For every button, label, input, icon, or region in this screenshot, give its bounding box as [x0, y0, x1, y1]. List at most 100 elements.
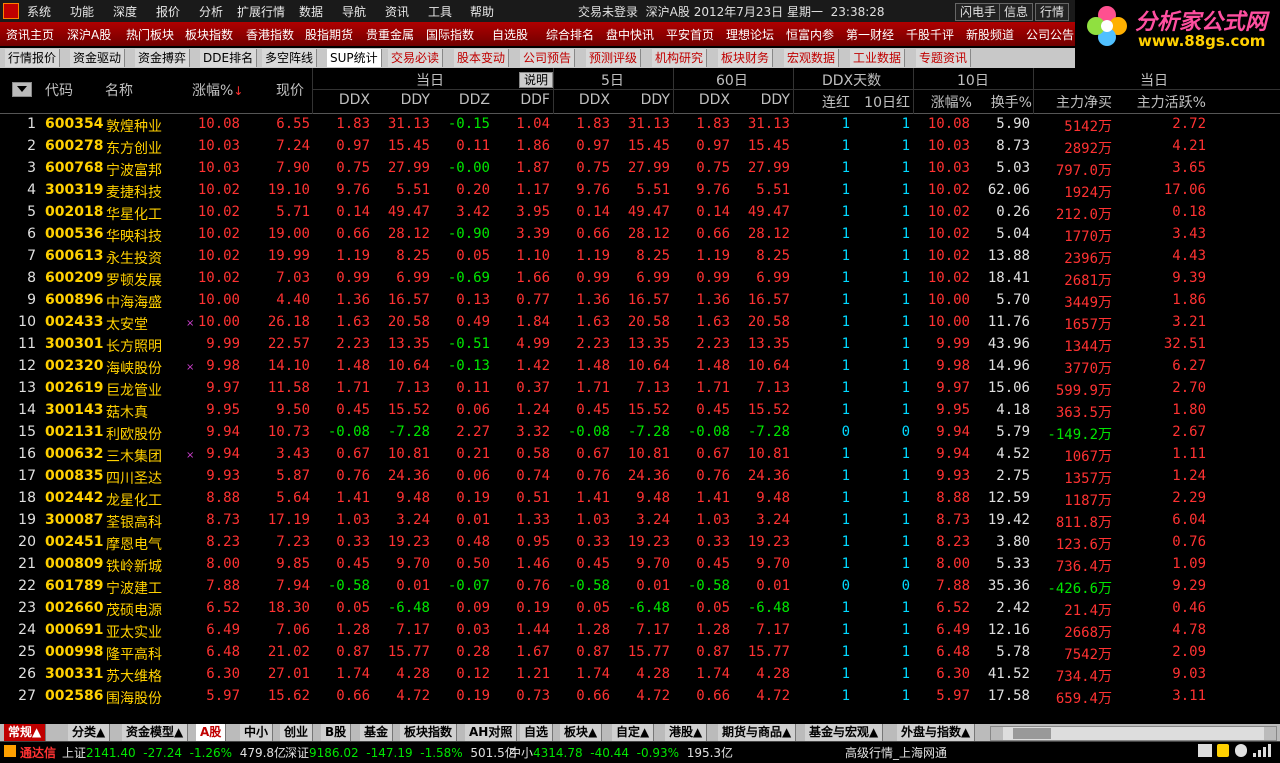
- message-icon[interactable]: [1198, 744, 1212, 757]
- stock-code[interactable]: 002018: [45, 204, 103, 220]
- bottom-tab[interactable]: 基金: [360, 724, 394, 741]
- tab-item[interactable]: DDE排名: [200, 49, 258, 67]
- col-ddy-5day[interactable]: DDY: [620, 92, 670, 108]
- stock-code[interactable]: 000835: [45, 468, 103, 484]
- menu-item[interactable]: 帮助: [470, 3, 494, 20]
- bottom-tab[interactable]: B股: [321, 724, 352, 741]
- bottom-tab[interactable]: A股: [196, 724, 227, 741]
- stock-name[interactable]: 亚太实业: [106, 622, 162, 642]
- stock-name[interactable]: 宁波建工: [106, 578, 162, 598]
- stock-code[interactable]: 300087: [45, 512, 103, 528]
- tab-item[interactable]: 资金搏弈: [135, 49, 191, 67]
- stock-code[interactable]: 300143: [45, 402, 103, 418]
- table-row[interactable]: 10 002433 太安堂 × 10.00 26.18 1.63 20.58 0.49 1.84 1…: [0, 312, 1280, 334]
- stock-code[interactable]: 601789: [45, 578, 103, 594]
- nav-item[interactable]: 热门板块: [126, 26, 174, 43]
- col-10day-change[interactable]: 涨幅%: [920, 92, 972, 112]
- stock-name[interactable]: 麦捷科技: [106, 182, 162, 202]
- zx-index[interactable]: 中小4314.78 -40.44 -0.93% 195.3亿: [509, 744, 733, 761]
- sh-index[interactable]: 上证2141.40 -27.24 -1.26% 479.8亿: [62, 744, 286, 761]
- nav-item[interactable]: 香港指数: [246, 26, 294, 43]
- menu-item[interactable]: 报价: [156, 3, 180, 20]
- stock-code[interactable]: 002131: [45, 424, 103, 440]
- bottom-tab[interactable]: 基金与宏观▲: [805, 724, 884, 741]
- stock-name[interactable]: 荃银高科: [106, 512, 162, 532]
- menu-item[interactable]: 数据: [299, 3, 323, 20]
- stock-name[interactable]: 龙星化工: [106, 490, 162, 510]
- bottom-tab[interactable]: 常规▲: [4, 724, 47, 741]
- menu-item[interactable]: 分析: [199, 3, 223, 20]
- stock-code[interactable]: 000632: [45, 446, 103, 462]
- col-ddy[interactable]: DDY: [380, 92, 430, 108]
- bottom-tab[interactable]: 期货与商品▲: [718, 724, 797, 741]
- tab-item[interactable]: 专题资讯: [916, 49, 972, 67]
- stock-name[interactable]: 海峡股份: [106, 358, 162, 378]
- bottom-tab[interactable]: 中小: [240, 724, 274, 741]
- stock-code[interactable]: 000691: [45, 622, 103, 638]
- table-row[interactable]: 20 002451 摩恩电气 8.23 7.23 0.33 19.23 0.48 0.95 0.3…: [0, 532, 1280, 554]
- col-code[interactable]: 代码: [45, 80, 73, 100]
- stock-code[interactable]: 000809: [45, 556, 103, 572]
- bottom-tab[interactable]: 资金模型▲: [122, 724, 189, 741]
- stock-name[interactable]: 宁波富邦: [106, 160, 162, 180]
- table-row[interactable]: 25 000998 隆平高科 6.48 21.02 0.87 15.77 0.28 1.67 0.…: [0, 642, 1280, 664]
- stock-name[interactable]: 华星化工: [106, 204, 162, 224]
- nav-item[interactable]: 板块指数: [185, 26, 233, 43]
- stock-code[interactable]: 002320: [45, 358, 103, 374]
- stock-name[interactable]: 东方创业: [106, 138, 162, 158]
- explain-button[interactable]: 说明: [519, 72, 554, 88]
- table-row[interactable]: 7 600613 永生投资 10.02 19.99 1.19 8.25 0.05 1.10 1.1…: [0, 246, 1280, 268]
- table-row[interactable]: 13 002619 巨龙管业 9.97 11.58 1.71 7.13 0.11 0.37 1.7…: [0, 378, 1280, 400]
- stock-name[interactable]: 长方照明: [106, 336, 162, 356]
- col-ddx-60day[interactable]: DDX: [680, 92, 730, 108]
- nav-item[interactable]: 第一财经: [846, 26, 894, 43]
- table-row[interactable]: 23 002660 茂硕电源 6.52 18.30 0.05 -6.48 0.09 0.19 0.…: [0, 598, 1280, 620]
- stock-code[interactable]: 002451: [45, 534, 103, 550]
- stock-name[interactable]: 四川圣达: [106, 468, 162, 488]
- bottom-tab[interactable]: AH对照: [465, 724, 518, 741]
- nav-item[interactable]: 自选股: [492, 26, 528, 43]
- stock-name[interactable]: 茂硕电源: [106, 600, 162, 620]
- col-ddz[interactable]: DDZ: [440, 92, 490, 108]
- table-row[interactable]: 5 002018 华星化工 10.02 5.71 0.14 49.47 3.42 3.95 0.1…: [0, 202, 1280, 224]
- stock-code[interactable]: 000536: [45, 226, 103, 242]
- tab-item[interactable]: 资金驱动: [70, 49, 126, 67]
- col-change[interactable]: 涨幅%↓: [192, 80, 243, 100]
- tab-item[interactable]: 机构研究: [652, 49, 708, 67]
- stock-code[interactable]: 002660: [45, 600, 103, 616]
- tab-item[interactable]: 股本变动: [454, 49, 510, 67]
- sz-index[interactable]: 深证9186.02 -147.19 -1.58% 501.5亿: [285, 744, 517, 761]
- stock-name[interactable]: 中海海盛: [106, 292, 162, 312]
- stock-name[interactable]: 围海股份: [106, 688, 162, 708]
- tab-item[interactable]: 交易必读: [388, 49, 444, 67]
- lock-icon[interactable]: [1217, 744, 1229, 757]
- stock-name[interactable]: 隆平高科: [106, 644, 162, 664]
- stock-name[interactable]: 三木集团: [106, 446, 162, 466]
- table-row[interactable]: 21 000809 铁岭新城 8.00 9.85 0.45 9.70 0.50 1.46 0.45…: [0, 554, 1280, 576]
- bottom-tab[interactable]: 创业: [280, 724, 314, 741]
- scroll-right-icon[interactable]: [1264, 727, 1276, 740]
- stock-name[interactable]: 菇木真: [106, 402, 148, 422]
- nav-item[interactable]: 综合排名: [546, 26, 594, 43]
- table-row[interactable]: 9 600896 中海海盛 10.00 4.40 1.36 16.57 0.13 0.77 1.3…: [0, 290, 1280, 312]
- nav-item[interactable]: 国际指数: [426, 26, 474, 43]
- col-ddf[interactable]: DDF: [500, 92, 550, 108]
- menu-item[interactable]: 工具: [428, 3, 452, 20]
- tab-item[interactable]: 行情报价: [5, 49, 61, 67]
- menu-item[interactable]: 功能: [70, 3, 94, 20]
- stock-code[interactable]: 002619: [45, 380, 103, 396]
- col-ddy-60day[interactable]: DDY: [740, 92, 790, 108]
- col-price[interactable]: 现价: [276, 80, 304, 100]
- table-row[interactable]: 11 300301 长方照明 9.99 22.57 2.23 13.35 -0.51 4.99 2…: [0, 334, 1280, 356]
- stock-name[interactable]: 利欧股份: [106, 424, 162, 444]
- nav-item[interactable]: 资讯主页: [6, 26, 54, 43]
- stock-name[interactable]: 苏大维格: [106, 666, 162, 686]
- stock-name[interactable]: 摩恩电气: [106, 534, 162, 554]
- scroll-thumb[interactable]: [1013, 728, 1051, 739]
- nav-item[interactable]: 盘中快讯: [606, 26, 654, 43]
- stock-name[interactable]: 罗顿发展: [106, 270, 162, 290]
- stock-code[interactable]: 002433: [45, 314, 103, 330]
- stock-name[interactable]: 铁岭新城: [106, 556, 162, 576]
- horizontal-scrollbar[interactable]: [990, 726, 1277, 741]
- nav-item[interactable]: 股指期货: [305, 26, 353, 43]
